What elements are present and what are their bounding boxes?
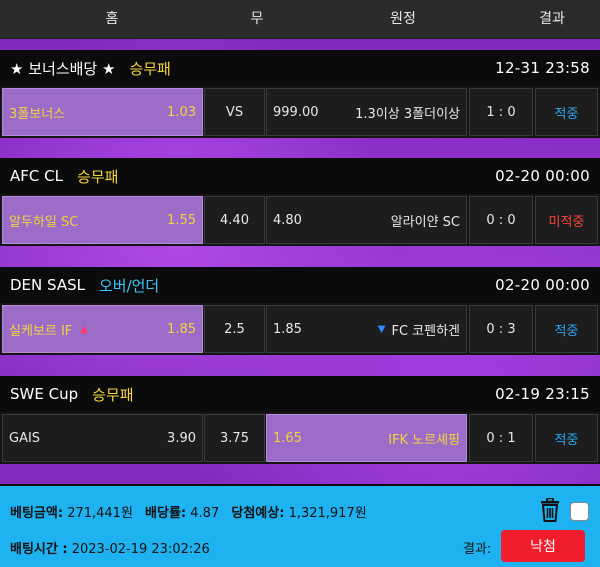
league-name: SWE Cup [10, 385, 79, 403]
score-value: 1 : 0 [486, 104, 516, 120]
market-type: 오버/언더 [98, 276, 160, 295]
home-odds: 3.90 [167, 430, 196, 446]
home-pick-cell[interactable]: 3폴보너스 1.03 [2, 88, 203, 136]
home-odds: 1.03 [167, 104, 196, 120]
away-pick-cell[interactable]: 999.00 1.3이상 3폴더이상 [266, 88, 467, 136]
game-datetime: 02-20 00:00 [495, 276, 590, 294]
game-row: 알두하일 SC 1.55 4.40 4.80 알라이얀 SC 0 : 0 미적중 [0, 194, 600, 246]
league-name: ★ 보너스배당 ★ [10, 59, 116, 78]
result-value: 적중 [554, 323, 579, 339]
game-title-bar: SWE Cup 승무패 02-19 23:15 [0, 376, 600, 412]
away-pick-cell[interactable]: 4.80 알라이얀 SC [266, 196, 467, 244]
away-pick-cell[interactable]: 1.85 ▼ FC 코펜하겐 [266, 305, 467, 353]
select-checkbox[interactable] [570, 502, 589, 521]
away-odds: 999.00 [273, 104, 319, 120]
score-value: 0 : 0 [486, 212, 516, 228]
result-cell: 적중 [535, 305, 598, 353]
table-header: 홈 무 원정 결과 [0, 0, 600, 39]
game-title-bar: DEN SASL 오버/언더 02-20 00:00 [0, 267, 600, 303]
down-triangle-icon: ▼ [377, 323, 386, 335]
draw-pick-cell[interactable]: 4.40 [204, 196, 265, 244]
draw-value: VS [225, 104, 244, 120]
score-cell: 0 : 0 [469, 196, 533, 244]
game-datetime: 12-31 23:58 [495, 59, 590, 77]
away-team-name: IFK 노르셰핑 [388, 432, 460, 448]
market-type: 승무패 [92, 385, 134, 404]
trash-icon[interactable] [539, 497, 561, 522]
home-pick-cell[interactable]: 알두하일 SC 1.55 [2, 196, 203, 244]
draw-pick-cell[interactable]: 3.75 [204, 414, 265, 462]
game-row: 3폴보너스 1.03 VS 999.00 1.3이상 3폴더이상 1 : 0 적… [0, 86, 600, 138]
game-title-bar: ★ 보너스배당 ★ 승무패 12-31 23:58 [0, 50, 600, 86]
home-pick-cell[interactable]: GAIS 3.90 [2, 414, 203, 462]
draw-value: 3.75 [220, 430, 249, 446]
expected-win-label: 당첨예상: [231, 506, 285, 521]
result-status-button[interactable]: 낙첨 [501, 530, 585, 562]
result-cell: 미적중 [535, 196, 598, 244]
away-odds: 1.65 [273, 430, 302, 446]
bet-amount-label: 베팅금액: [10, 506, 64, 521]
market-type: 승무패 [76, 167, 119, 186]
bet-summary-line: 베팅금액: 271,441원 배당률: 4.87 당첨예상: 1,321,917… [10, 502, 375, 521]
score-cell: 0 : 3 [469, 305, 533, 353]
draw-value: 4.40 [220, 212, 249, 228]
game-row: GAIS 3.90 3.75 1.65 IFK 노르셰핑 0 : 1 적중 [0, 412, 600, 464]
home-team-name: GAIS [9, 430, 41, 446]
home-odds: 1.55 [167, 212, 196, 228]
game-datetime: 02-19 23:15 [495, 385, 590, 403]
draw-pick-cell[interactable]: VS [204, 88, 265, 136]
bet-time-label: 배팅시간 : [10, 542, 68, 557]
result-value: 적중 [554, 106, 579, 122]
game-datetime: 02-20 00:00 [495, 167, 590, 185]
up-triangle-icon: ▲ [80, 323, 88, 335]
bet-time-line: 배팅시간 : 2023-02-19 23:02:26 [10, 538, 218, 557]
result-cell: 적중 [535, 88, 598, 136]
score-value: 0 : 3 [486, 321, 516, 337]
bet-time-value: 2023-02-19 23:02:26 [71, 542, 210, 557]
result-label: 결과: [463, 542, 492, 557]
game-title-bar: AFC CL 승무패 02-20 00:00 [0, 158, 600, 194]
away-odds: 1.85 [273, 321, 302, 337]
league-name: DEN SASL [10, 276, 85, 294]
header-away: 원정 [390, 11, 416, 27]
score-cell: 1 : 0 [469, 88, 533, 136]
away-team-name: 1.3이상 3폴더이상 [355, 106, 460, 122]
away-pick-cell[interactable]: 1.65 IFK 노르셰핑 [266, 414, 467, 462]
odds-label: 배당률: [145, 506, 187, 521]
away-team-name: 알라이얀 SC [390, 214, 460, 230]
home-pick-cell[interactable]: 실케보르 IF ▲ 1.85 [2, 305, 203, 353]
odds-value: 4.87 [190, 506, 220, 521]
score-value: 0 : 1 [486, 430, 516, 446]
home-team-name: 실케보르 IF [9, 323, 73, 339]
result-value: 적중 [554, 432, 579, 448]
home-team-name: 3폴보너스 [9, 106, 66, 122]
result-cell: 적중 [535, 414, 598, 462]
expected-win-value: 1,321,917원 [288, 506, 367, 521]
league-name: AFC CL [10, 167, 63, 185]
home-team-name: 알두하일 SC [9, 214, 79, 230]
header-home: 홈 [105, 11, 119, 27]
game-row: 실케보르 IF ▲ 1.85 2.5 1.85 ▼ FC 코펜하겐 0 : 3 … [0, 303, 600, 355]
bet-summary-panel: 베팅금액: 271,441원 배당률: 4.87 당첨예상: 1,321,917… [0, 484, 600, 567]
draw-value: 2.5 [224, 321, 245, 337]
score-cell: 0 : 1 [469, 414, 533, 462]
result-value: 미적중 [548, 214, 585, 230]
header-result: 결과 [539, 11, 565, 27]
header-draw: 무 [250, 11, 264, 27]
market-type: 승무패 [129, 59, 171, 78]
home-odds: 1.85 [167, 321, 196, 337]
away-odds: 4.80 [273, 212, 302, 228]
away-team-name: FC 코펜하겐 [391, 323, 460, 339]
away-team-group: ▼ FC 코펜하겐 [378, 320, 460, 339]
bet-amount-value: 271,441원 [67, 506, 133, 521]
draw-pick-cell[interactable]: 2.5 [204, 305, 265, 353]
